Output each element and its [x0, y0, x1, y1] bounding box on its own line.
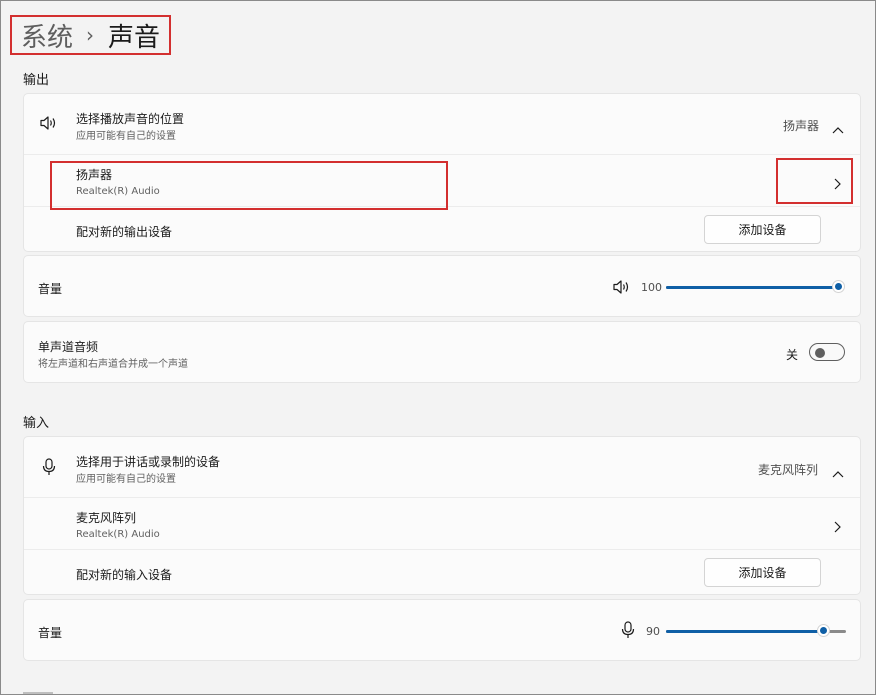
input-volume-label: 音量	[38, 626, 63, 640]
input-pair-row: 配对新的输入设备 添加设备	[24, 550, 860, 595]
chevron-up-icon[interactable]	[832, 463, 844, 482]
mono-audio-state: 关	[786, 348, 799, 362]
breadcrumb-parent-link[interactable]: 系统	[21, 17, 73, 54]
mono-audio-title: 单声道音频	[38, 340, 99, 354]
input-volume-fill	[666, 630, 823, 633]
input-pair-label: 配对新的输入设备	[76, 568, 173, 582]
breadcrumb-separator-icon: ›	[86, 23, 95, 47]
output-volume-slider-thumb[interactable]	[832, 280, 845, 293]
output-volume-card: 音量 100	[23, 255, 861, 317]
page-title: 声音	[108, 22, 161, 53]
input-choose-subtitle: 应用可能有自己的设置	[76, 474, 176, 485]
mono-audio-subtitle: 将左声道和右声道合并成一个声道	[38, 359, 188, 370]
mono-audio-card: 单声道音频 将左声道和右声道合并成一个声道 关	[23, 321, 861, 383]
input-volume-value: 90	[646, 625, 660, 638]
speaker-icon	[39, 115, 58, 135]
output-volume-label: 音量	[38, 282, 63, 296]
output-choose-device-row[interactable]: 选择播放声音的位置 应用可能有自己的设置 扬声器	[24, 94, 860, 154]
output-choose-title: 选择播放声音的位置	[76, 112, 185, 126]
output-volume-value: 100	[641, 281, 662, 294]
next-section-label-cutoff	[23, 685, 57, 695]
input-volume-card: 音量 90	[23, 599, 861, 661]
microphone-icon	[42, 458, 56, 480]
input-device-item-microphone[interactable]: 麦克风阵列 Realtek(R) Audio	[24, 498, 860, 549]
input-device-name: 麦克风阵列	[76, 511, 137, 525]
input-volume-slider-thumb[interactable]	[817, 624, 830, 637]
output-volume-fill	[666, 286, 838, 289]
output-pair-label: 配对新的输出设备	[76, 225, 173, 239]
highlight-box-device	[50, 161, 448, 210]
output-volume-slider[interactable]	[666, 286, 838, 289]
output-pair-row: 配对新的输出设备 添加设备	[24, 207, 860, 252]
chevron-up-icon[interactable]	[832, 119, 844, 138]
add-input-device-button[interactable]: 添加设备	[704, 558, 821, 587]
input-choose-device-row[interactable]: 选择用于讲话或录制的设备 应用可能有自己的设置 麦克风阵列	[24, 437, 860, 497]
input-selected-device: 麦克风阵列	[758, 463, 819, 477]
output-choose-subtitle: 应用可能有自己的设置	[76, 131, 176, 142]
chevron-right-icon[interactable]	[833, 518, 841, 537]
highlight-box-chevron	[776, 158, 853, 204]
output-selected-device: 扬声器	[783, 119, 820, 133]
input-device-card: 选择用于讲话或录制的设备 应用可能有自己的设置 麦克风阵列 麦克风阵列 Real…	[23, 436, 861, 595]
microphone-icon[interactable]	[621, 621, 635, 643]
output-section-label: 输出	[23, 73, 50, 88]
input-section-label: 输入	[23, 416, 50, 431]
speaker-icon[interactable]	[612, 279, 633, 299]
breadcrumb: 系统 › 声音	[10, 15, 171, 55]
input-device-driver: Realtek(R) Audio	[76, 529, 160, 540]
mono-audio-toggle[interactable]	[809, 343, 845, 361]
add-output-device-button[interactable]: 添加设备	[704, 215, 821, 244]
input-choose-title: 选择用于讲话或录制的设备	[76, 455, 221, 469]
toggle-knob	[815, 348, 825, 358]
